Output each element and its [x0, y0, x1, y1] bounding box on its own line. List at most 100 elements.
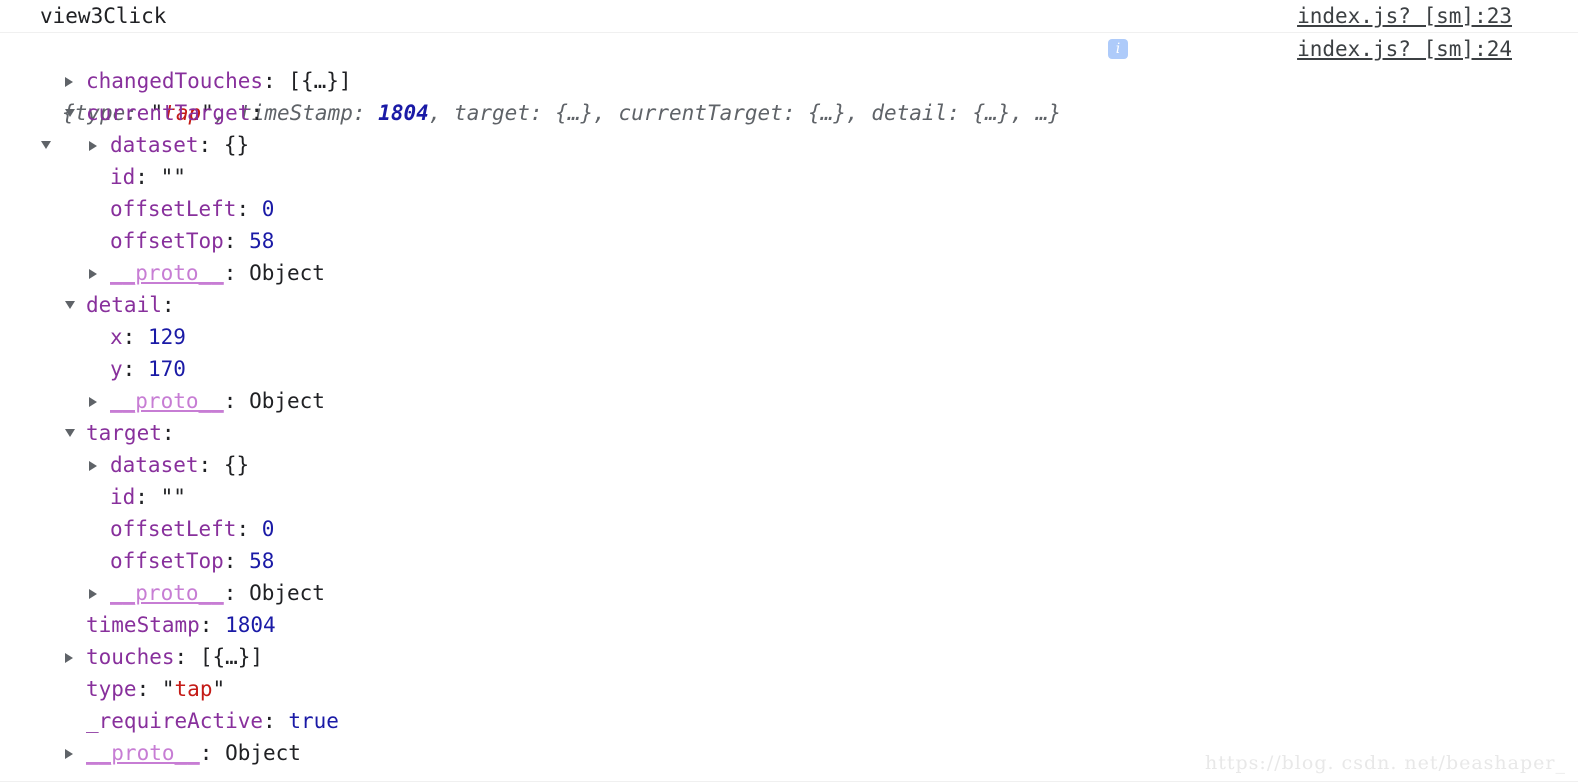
object-property-row[interactable]: __proto__: Object [0, 257, 1578, 289]
property-label: dataset: {} [110, 449, 249, 481]
property-separator: : [199, 613, 226, 637]
property-separator: : [174, 645, 200, 669]
property-value: "" [160, 485, 186, 509]
property-label: x: 129 [110, 321, 186, 353]
object-property-row[interactable]: currentTarget: [0, 97, 1578, 129]
property-value: 58 [249, 229, 275, 253]
property-separator: : [223, 389, 250, 413]
property-label: target: [86, 417, 175, 449]
chevron-right-icon[interactable] [64, 641, 80, 673]
chevron-down-icon[interactable] [64, 97, 80, 129]
property-name: id [110, 165, 136, 189]
property-label: currentTarget: [86, 97, 263, 129]
object-property-rows: changedTouches: [{…}] currentTarget: datas… [0, 65, 1578, 769]
property-label: y: 170 [110, 353, 186, 385]
property-name: _requireActive [86, 709, 264, 733]
property-value: Object [249, 389, 325, 413]
property-separator: : [136, 677, 162, 701]
property-name: offsetTop [110, 549, 224, 573]
watermark: https://blog. csdn. net/beashaper_ [1205, 752, 1566, 774]
chevron-right-icon[interactable] [88, 129, 104, 161]
property-separator: : [223, 261, 250, 285]
object-property-row[interactable]: detail: [0, 289, 1578, 321]
object-property-row: offsetTop: 58 [0, 545, 1578, 577]
property-name: changedTouches [86, 69, 264, 93]
object-property-row[interactable]: __proto__: Object [0, 385, 1578, 417]
property-value: [{…}] [199, 645, 264, 669]
object-property-row: offsetTop: 58 [0, 225, 1578, 257]
object-property-row: _requireActive: true [0, 705, 1578, 737]
property-value: 1804 [225, 613, 276, 637]
property-label: dataset: {} [110, 129, 249, 161]
property-label: _requireActive: true [86, 705, 339, 737]
property-separator: : [223, 581, 250, 605]
property-separator: : [250, 101, 264, 125]
source-link-header[interactable]: index.js? [sm]:23 [1297, 0, 1512, 32]
property-name: detail [86, 293, 162, 317]
object-tree: {type: "tap", timeStamp: 1804, target: {… [0, 33, 1578, 769]
chevron-right-icon[interactable] [64, 737, 80, 769]
property-label: offsetTop: 58 [110, 545, 274, 577]
property-value: 0 [261, 197, 275, 221]
object-property-row[interactable]: __proto__: Object [0, 577, 1578, 609]
property-name: offsetLeft [110, 197, 237, 221]
chevron-right-icon[interactable] [88, 577, 104, 609]
chevron-down-icon[interactable] [64, 289, 80, 321]
property-separator: : [122, 357, 148, 381]
property-separator: : [122, 325, 148, 349]
object-property-row: type: "tap" [0, 673, 1578, 705]
property-label: type: "tap" [86, 673, 225, 705]
chevron-right-icon[interactable] [88, 449, 104, 481]
property-name: dataset [110, 133, 199, 157]
object-summary-row[interactable]: {type: "tap", timeStamp: 1804, target: {… [0, 33, 1578, 149]
object-property-row: offsetLeft: 0 [0, 513, 1578, 545]
console-output-panel: view3Click index.js? [sm]:23 index.js? [… [0, 0, 1578, 782]
property-name: dataset [110, 453, 199, 477]
property-label: offsetLeft: 0 [110, 513, 274, 545]
property-separator: : [198, 453, 224, 477]
property-value: Object [225, 741, 301, 765]
property-separator: : [135, 165, 161, 189]
object-property-row: id: "" [0, 161, 1578, 193]
property-value: 0 [261, 517, 275, 541]
chevron-right-icon[interactable] [88, 385, 104, 417]
chevron-right-icon[interactable] [64, 65, 80, 97]
property-label: __proto__: Object [110, 385, 325, 417]
property-name: __proto__ [110, 389, 224, 413]
property-separator: : [223, 229, 250, 253]
object-property-row: y: 170 [0, 353, 1578, 385]
property-separator: : [263, 709, 289, 733]
property-label: offsetLeft: 0 [110, 193, 274, 225]
chevron-right-icon[interactable] [88, 257, 104, 289]
property-value-quote-open: " [161, 677, 175, 701]
property-separator: : [161, 293, 175, 317]
property-separator: : [199, 741, 226, 765]
property-name: id [110, 485, 136, 509]
property-value: 58 [249, 549, 275, 573]
object-property-row[interactable]: dataset: {} [0, 129, 1578, 161]
property-value: {} [223, 453, 250, 477]
property-value: tap [174, 677, 213, 701]
property-name: offsetLeft [110, 517, 237, 541]
property-value: "" [160, 165, 186, 189]
info-icon[interactable]: i [1108, 39, 1128, 59]
object-property-row[interactable]: dataset: {} [0, 449, 1578, 481]
property-name: x [110, 325, 123, 349]
property-value: Object [249, 261, 325, 285]
object-property-row: timeStamp: 1804 [0, 609, 1578, 641]
object-property-row[interactable]: target: [0, 417, 1578, 449]
property-label: __proto__: Object [86, 737, 301, 769]
property-separator: : [198, 133, 224, 157]
object-property-row[interactable]: touches: [{…}] [0, 641, 1578, 673]
property-value: true [288, 709, 339, 733]
object-property-row[interactable]: changedTouches: [{…}] [0, 65, 1578, 97]
property-value: [{…}] [288, 69, 352, 93]
property-value: 170 [147, 357, 186, 381]
console-message-row-object: index.js? [sm]:24 {type: "tap", timeStam… [0, 33, 1578, 782]
property-name: currentTarget [86, 101, 251, 125]
property-label: timeStamp: 1804 [86, 609, 276, 641]
property-name: __proto__ [86, 741, 200, 765]
property-name: type [86, 677, 137, 701]
chevron-down-icon[interactable] [64, 417, 80, 449]
console-message-row-header: view3Click index.js? [sm]:23 [0, 0, 1578, 33]
